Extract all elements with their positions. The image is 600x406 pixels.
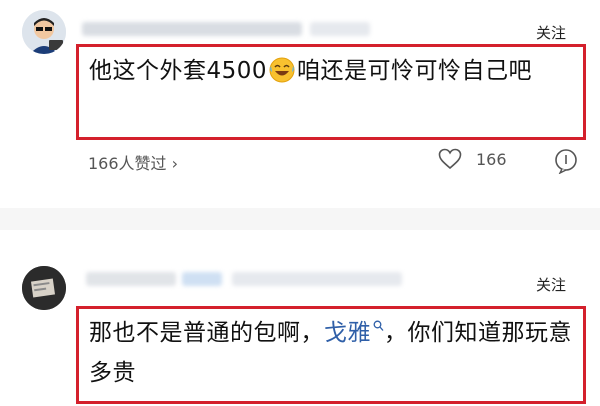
like-count: 166 [476,149,507,169]
follow-button[interactable]: 关注 [536,274,566,295]
comment-text-box: 那也不是普通的包啊，戈雅 ，你们知道那玩意多贵 [76,306,586,404]
search-icon [373,320,384,331]
comment-text-box: 他这个外套4500 咱还是可怜可怜自己吧 [76,44,586,140]
reply-button[interactable] [553,148,579,178]
section-divider [0,208,600,230]
avatar-cartoon-icon [22,10,66,54]
comment-text: 他这个外套4500 咱还是可怜可怜自己吧 [89,56,533,84]
avatar-photo-icon [22,266,66,310]
blurred-meta [310,22,370,36]
blurred-meta [232,272,402,286]
heart-icon [438,148,462,170]
comment-text: 那也不是普通的包啊，戈雅 ，你们知道那玩意多贵 [89,320,572,386]
crying-laughing-emoji-icon [269,56,295,83]
follow-button[interactable]: 关注 [536,22,566,43]
avatar[interactable] [22,10,66,54]
blurred-username [86,272,176,286]
blurred-badge [182,272,222,286]
comment-card: 关注 那也不是普通的包啊，戈雅 ，你们知道那玩意多贵 [0,230,600,406]
comment-bubble-icon [555,149,577,175]
blurred-username [82,22,302,36]
search-link[interactable]: 戈雅 [324,320,384,346]
chevron-right-icon: › [171,154,179,173]
avatar[interactable] [22,266,66,310]
comment-card: 关注 他这个外套4500 咱还是可怜可怜自己吧 166人赞过 › 166 [0,0,600,208]
liked-by-link[interactable]: 166人赞过 › [88,150,178,174]
like-button[interactable]: 166 [438,148,507,170]
